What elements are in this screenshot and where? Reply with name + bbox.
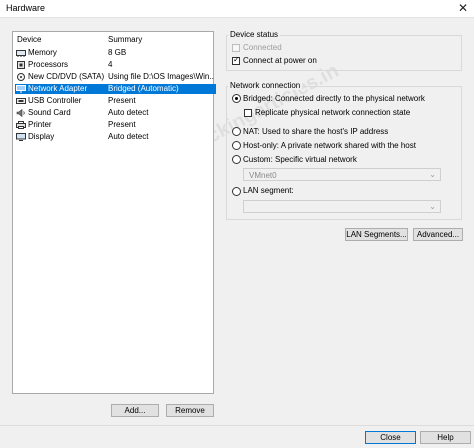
footer-divider — [0, 425, 474, 426]
lan-segment-label: LAN segment: — [243, 186, 294, 195]
window-title: Hardware — [6, 3, 46, 13]
connected-checkbox[interactable] — [232, 44, 240, 52]
chevron-down-icon: ⌄ — [429, 202, 436, 211]
device-summary: Present — [108, 120, 136, 129]
device-summary: Bridged (Automatic) — [108, 84, 179, 93]
device-name: USB Controller — [28, 96, 82, 105]
device-row-memory[interactable]: Memory 8 GB — [15, 48, 216, 58]
add-device-button[interactable]: Add... — [111, 404, 159, 417]
title-bar: Hardware ✕ — [0, 0, 474, 18]
device-row-sound-card[interactable]: Sound Card Auto detect — [15, 108, 216, 118]
device-summary: Auto detect — [108, 108, 149, 117]
device-name: Memory — [28, 48, 57, 57]
connect-at-power-on-checkbox[interactable]: ✓ — [232, 55, 240, 65]
device-row-processors[interactable]: Processors 4 — [15, 60, 216, 70]
device-row-display[interactable]: Display Auto detect — [15, 132, 216, 142]
printer-icon — [16, 121, 26, 129]
device-name: New CD/DVD (SATA) — [28, 72, 105, 81]
help-button[interactable]: Help — [420, 431, 471, 444]
host-only-radio[interactable] — [232, 141, 241, 150]
device-name: Sound Card — [28, 108, 71, 117]
network-adapter-icon — [16, 85, 26, 93]
window-close-icon[interactable]: ✕ — [458, 1, 468, 15]
lan-segment-radio[interactable] — [232, 187, 241, 196]
bridged-label: Bridged: Connected directly to the physi… — [243, 94, 425, 103]
device-name: Printer — [28, 120, 52, 129]
device-name: Processors — [28, 60, 69, 69]
device-row-usb-controller[interactable]: USB Controller Present — [15, 96, 216, 106]
chevron-down-icon: ⌄ — [429, 170, 436, 179]
sound-card-icon — [16, 109, 26, 117]
bridged-radio[interactable] — [232, 94, 241, 103]
processor-icon — [16, 61, 26, 69]
connected-label: Connected — [243, 43, 282, 52]
device-column-header: Device — [17, 35, 42, 44]
checkmark-icon: ✓ — [233, 55, 240, 64]
device-summary: 8 GB — [108, 48, 127, 57]
network-connection-title: Network connection — [228, 81, 303, 90]
device-summary: Auto detect — [108, 132, 149, 141]
close-button[interactable]: Close — [365, 431, 416, 444]
device-row-network-adapter[interactable]: Network Adapter Bridged (Automatic) — [15, 84, 216, 94]
summary-column-header: Summary — [108, 35, 143, 44]
device-list: Device Summary Memory 8 GB Processors 4 … — [12, 31, 216, 394]
device-status-group — [226, 35, 462, 71]
advanced-button[interactable]: Advanced... — [413, 228, 463, 241]
display-icon — [16, 133, 26, 141]
usb-icon — [16, 97, 26, 105]
device-summary: Present — [108, 96, 136, 105]
device-summary: Using file D:\OS Images\Win... — [108, 72, 214, 81]
vmnet-select-value: VMnet0 — [249, 171, 277, 180]
memory-icon — [16, 49, 26, 57]
lan-segment-select[interactable]: ⌄ — [243, 200, 441, 213]
device-summary: 4 — [108, 60, 113, 69]
radio-selected-dot — [235, 97, 238, 100]
replicate-state-checkbox[interactable] — [244, 109, 252, 117]
nat-label: NAT: Used to share the host's IP address — [243, 127, 389, 136]
host-only-label: Host-only: A private network shared with… — [243, 141, 416, 150]
nat-radio[interactable] — [232, 127, 241, 136]
lan-segments-button[interactable]: LAN Segments... — [345, 228, 408, 241]
replicate-state-label: Replicate physical network connection st… — [255, 108, 411, 117]
device-name: Network Adapter — [28, 84, 88, 93]
device-row-cd-dvd[interactable]: New CD/DVD (SATA) Using file D:\OS Image… — [15, 72, 216, 82]
device-status-title: Device status — [228, 30, 281, 39]
device-name: Display — [28, 132, 55, 141]
remove-device-button[interactable]: Remove — [166, 404, 214, 417]
device-row-printer[interactable]: Printer Present — [15, 120, 216, 130]
vmnet-select[interactable]: VMnet0 ⌄ — [243, 168, 441, 181]
custom-label: Custom: Specific virtual network — [243, 155, 357, 164]
connect-at-power-on-label: Connect at power on — [243, 56, 317, 65]
cd-dvd-icon — [16, 73, 26, 81]
custom-radio[interactable] — [232, 155, 241, 164]
